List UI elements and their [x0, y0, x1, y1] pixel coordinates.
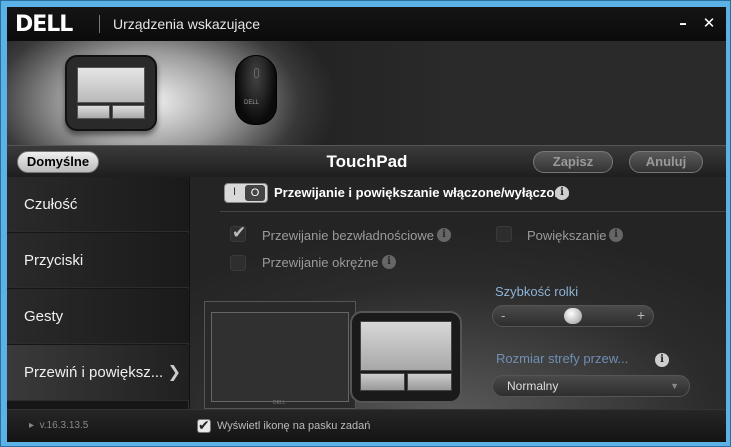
toggle-label: Przewijanie i powiększanie włączone/wyłą…	[274, 185, 570, 200]
window-frame: DELL Urządzenia wskazujące – ✕ DELL Domy…	[0, 0, 731, 447]
touchpad-icon[interactable]	[65, 55, 157, 131]
sidebar-item-label: Gesty	[24, 308, 64, 325]
check-mark-icon: ✔	[198, 417, 210, 433]
footer: ▸ v.16.3.13.5 ✔ Wyświetl ikonę na pasku …	[7, 409, 726, 442]
preview-screen: DELL	[204, 301, 356, 409]
scroll-speed-label: Szybkość rolki	[495, 284, 579, 299]
preview-window	[211, 312, 349, 402]
title-bar: DELL Urządzenia wskazujące – ✕	[7, 7, 726, 41]
divider	[220, 211, 726, 212]
minus-icon: -	[501, 308, 506, 323]
app-window: DELL Urządzenia wskazujące – ✕ DELL Domy…	[7, 7, 726, 442]
mouse-brand: DELL	[244, 100, 260, 106]
sidebar-item-label: Czułość	[24, 196, 78, 213]
toggle-on-glyph: O	[245, 185, 265, 201]
scroll-speed-slider[interactable]: - +	[492, 305, 654, 327]
cancel-button[interactable]: Anuluj	[629, 151, 703, 173]
circular-scroll-label: Przewijanie okrężne	[262, 255, 379, 270]
zone-size-value: Normalny	[507, 379, 559, 393]
version-text: v.16.3.13.5	[39, 420, 89, 431]
sidebar-item-label: Przewiń i powiększ...	[24, 364, 164, 381]
tray-icon-checkbox[interactable]: ✔	[197, 417, 211, 433]
mouse-wheel	[254, 68, 259, 78]
banner-shade	[277, 41, 726, 145]
mouse-icon[interactable]: DELL	[235, 55, 277, 125]
touchpad-surface	[77, 67, 145, 103]
inertial-scroll-checkbox[interactable]: ✔	[230, 223, 247, 242]
info-icon[interactable]: i	[609, 228, 623, 242]
inertial-scroll-label: Przewijanie bezwładnościowe	[262, 228, 434, 243]
sidebar-item-scroll-zoom[interactable]: Przewiń i powiększ... ❯	[7, 345, 189, 401]
slider-thumb[interactable]	[564, 308, 582, 324]
preview-brand: DELL	[273, 400, 286, 406]
sidebar: Czułość Przyciski Gesty Przewiń i powięk…	[7, 177, 189, 409]
touchpad-preview-left-button	[360, 373, 405, 391]
close-button[interactable]: ✕	[699, 13, 719, 33]
touchpad-left-button	[77, 105, 110, 119]
sidebar-item-sensitivity[interactable]: Czułość	[7, 177, 189, 232]
sidebar-item-gestures[interactable]: Gesty	[7, 289, 189, 344]
title-separator	[99, 15, 100, 33]
tray-icon-label: Wyświetl ikonę na pasku zadań	[217, 420, 371, 432]
touchpad-preview-icon	[350, 311, 462, 403]
info-icon[interactable]: i	[382, 255, 396, 269]
circular-scroll-checkbox[interactable]	[230, 255, 246, 271]
zoom-checkbox[interactable]	[496, 226, 512, 242]
save-button[interactable]: Zapisz	[533, 151, 613, 173]
section-title: TouchPad	[326, 152, 408, 171]
action-bar: Domyślne TouchPad Zapisz Anuluj	[7, 145, 726, 177]
touchpad-preview-right-button	[407, 373, 452, 391]
info-icon[interactable]: i	[555, 186, 569, 200]
plus-icon: +	[636, 307, 645, 323]
version-label: ▸ v.16.3.13.5	[29, 420, 89, 431]
chevron-down-icon: ▼	[670, 381, 679, 391]
toggle-off-glyph: I	[233, 186, 237, 198]
sidebar-item-label: Przyciski	[24, 252, 84, 269]
window-title: Urządzenia wskazujące	[113, 16, 261, 32]
sidebar-item-buttons[interactable]: Przyciski	[7, 233, 189, 288]
default-button[interactable]: Domyślne	[17, 151, 99, 173]
chevron-right-icon: ❯	[167, 364, 181, 381]
device-banner: DELL	[7, 41, 726, 145]
scroll-zoom-toggle[interactable]: I O	[224, 183, 268, 203]
zone-size-select[interactable]: Normalny ▼	[492, 375, 690, 397]
zone-size-label: Rozmiar strefy przew...	[496, 351, 629, 366]
settings-panel: I O Przewijanie i powiększanie włączone/…	[190, 177, 726, 409]
touchpad-preview-surface	[360, 321, 452, 371]
touchpad-right-button	[112, 105, 145, 119]
dell-logo: DELL	[15, 12, 73, 37]
zoom-label: Powiększanie	[527, 228, 607, 243]
check-mark-icon: ✔	[232, 223, 247, 242]
minimize-button[interactable]: –	[673, 13, 693, 33]
info-icon[interactable]: i	[437, 228, 451, 242]
info-icon[interactable]: i	[655, 353, 669, 367]
